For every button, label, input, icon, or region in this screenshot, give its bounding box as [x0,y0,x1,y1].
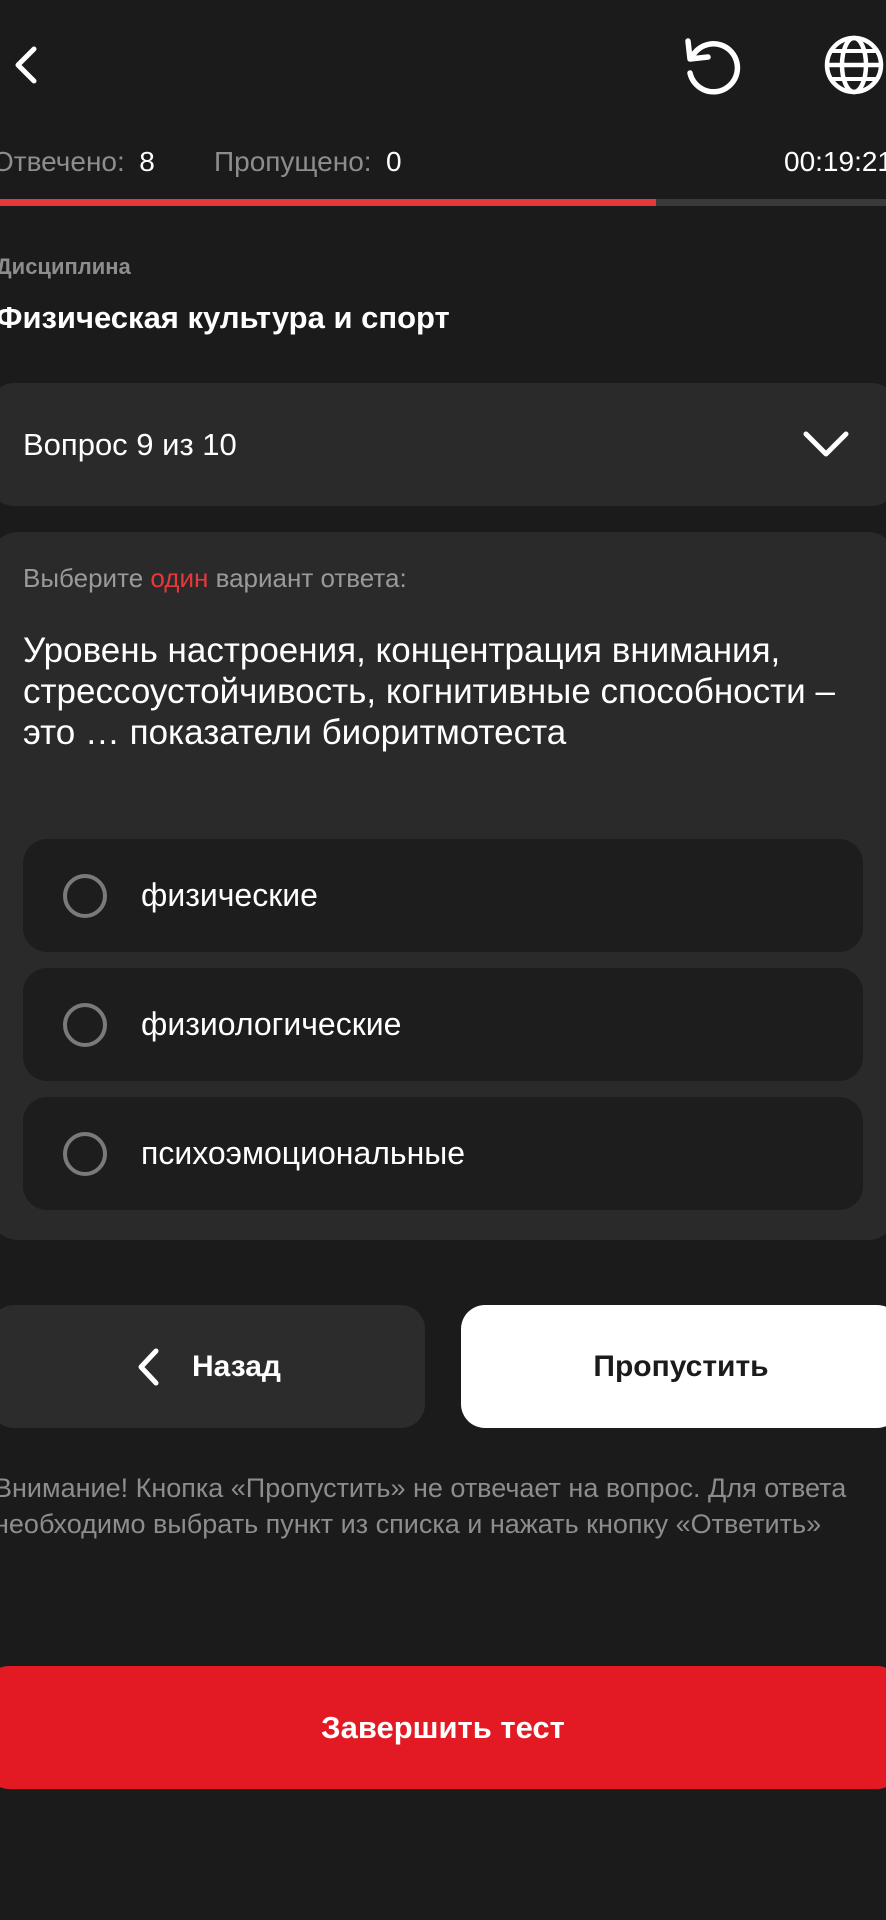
finish-test-button[interactable]: Завершить тест [0,1666,886,1789]
instruction-highlight: один [150,563,209,593]
back-nav-label: Назад [192,1349,281,1383]
answered-stat: Отвечено: 8 [0,146,155,178]
timer: 00:19:21 [784,146,886,177]
answered-value: 8 [139,146,155,177]
answered-label: Отвечено: [0,146,125,177]
progress-bar [0,199,886,206]
back-button[interactable] [0,30,50,100]
instruction: Выберите один вариант ответа: [23,563,407,594]
chevron-left-icon [15,46,37,84]
language-button[interactable] [818,30,886,100]
instruction-prefix: Выберите [23,563,144,593]
chevron-left-icon [138,1348,159,1385]
skipped-value: 0 [386,146,402,177]
restart-button[interactable] [670,30,750,100]
skipped-stat: Пропущено: 0 [214,146,402,178]
answer-option-3[interactable]: психоэмоциональные [23,1097,863,1210]
discipline-name: Физическая культура и спорт [0,300,450,335]
skip-label: Пропустить [593,1349,769,1383]
skip-notice: Внимание! Кнопка «Пропустить» не отвечае… [0,1473,847,1539]
globe-icon [824,35,884,95]
finish-test-label: Завершить тест [321,1709,565,1745]
radio-button[interactable] [63,873,107,918]
instruction-suffix: вариант ответа: [215,563,407,593]
question-selector[interactable]: Вопрос 9 из 10 [0,383,886,506]
option-label: физиологические [141,1006,402,1042]
skip-button[interactable]: Пропустить [461,1305,886,1428]
answer-option-1[interactable]: физические [23,839,863,952]
question-text: Уровень настроения, концентрация внимани… [23,631,835,752]
radio-button[interactable] [63,1002,107,1047]
option-label: физические [141,877,318,913]
back-nav-button[interactable]: Назад [0,1305,425,1428]
chevron-down-icon [803,431,849,457]
discipline-label: Дисциплина [0,254,131,279]
progress-fill [0,199,656,206]
skipped-label: Пропущено: [214,146,372,177]
restart-icon [685,38,741,95]
option-label: психоэмоциональные [141,1135,466,1171]
question-selector-label: Вопрос 9 из 10 [23,426,237,462]
radio-button[interactable] [63,1131,107,1176]
answer-option-2[interactable]: физиологические [23,968,863,1081]
